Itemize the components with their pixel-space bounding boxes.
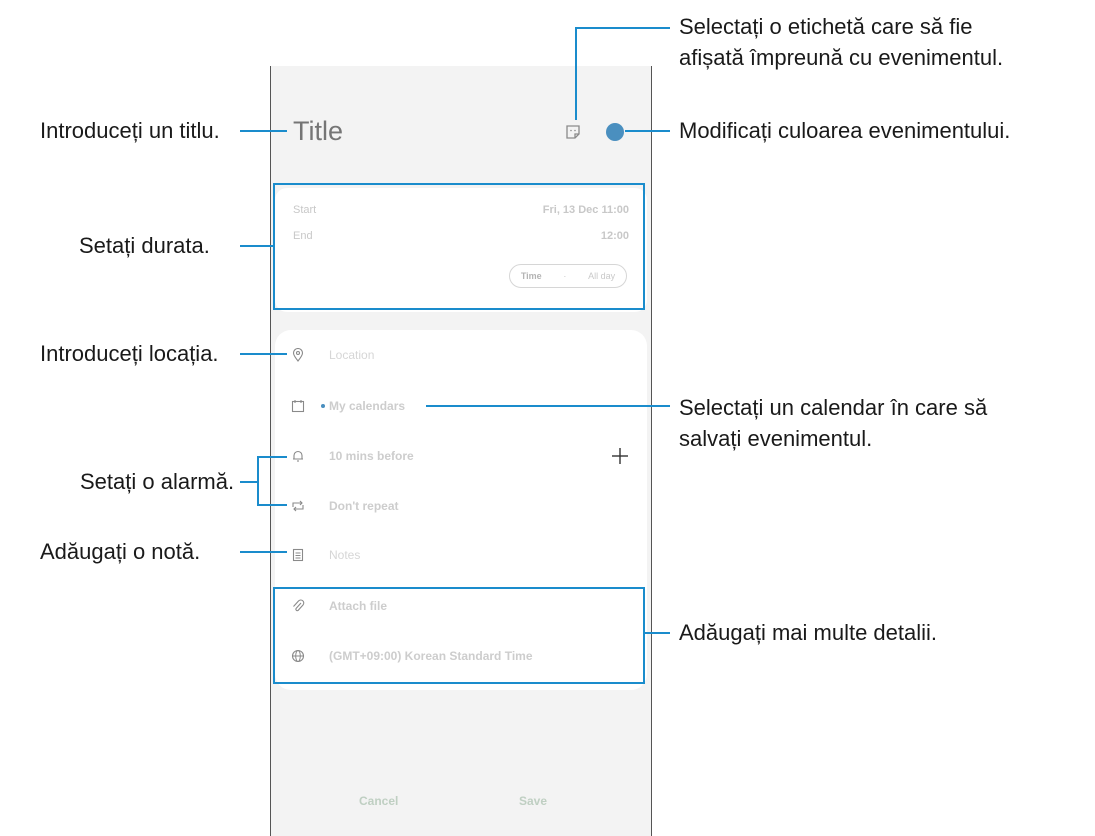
callout-sticker-line1: Selectați o etichetă care să fie [679,14,973,39]
callout-more-details: Adăugați mai multe detalii. [679,620,938,645]
callout-calendar-line2: salvați evenimentul. [679,426,873,451]
callout-sticker-line2: afișată împreună cu evenimentul. [679,45,1004,70]
callout-calendar-line1: Selectați un calendar în care să [679,395,988,420]
callout-location: Introduceți locația. [40,341,219,366]
callout-color: Modificați culoarea evenimentului. [679,118,1011,143]
callout-duration: Setați durata. [79,233,210,258]
callout-title: Introduceți un titlu. [40,118,220,143]
callout-note: Adăugați o notă. [40,539,201,564]
callout-alarm: Setați o alarmă. [80,469,235,494]
